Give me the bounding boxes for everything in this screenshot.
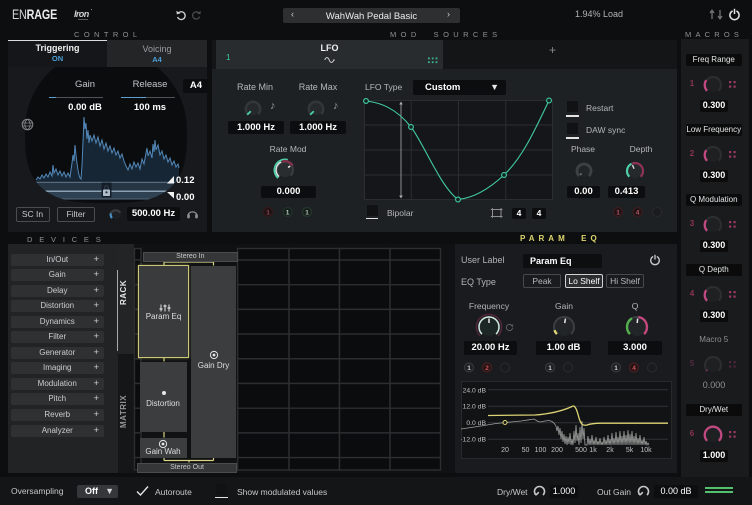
svg-text:24.0 dB: 24.0 dB (463, 387, 487, 394)
svg-text:50: 50 (522, 447, 530, 454)
svg-text:12.0 dB: 12.0 dB (463, 404, 487, 411)
svg-text:4: 4 (636, 209, 640, 216)
svg-text:100: 100 (535, 447, 547, 454)
svg-text:1: 1 (305, 209, 309, 216)
svg-text:1: 1 (286, 209, 290, 216)
svg-text:2k: 2k (606, 447, 614, 454)
svg-text:2: 2 (485, 365, 489, 372)
svg-text:1: 1 (614, 365, 618, 372)
svg-text:10k: 10k (640, 447, 652, 454)
svg-text:1: 1 (467, 365, 471, 372)
svg-text:500: 500 (575, 447, 587, 454)
svg-text:5k: 5k (626, 447, 634, 454)
svg-text:1: 1 (616, 209, 620, 216)
svg-text:0.0 dB: 0.0 dB (466, 420, 486, 427)
svg-text:-12.0 dB: -12.0 dB (461, 437, 486, 444)
svg-text:1: 1 (266, 209, 270, 216)
svg-text:1: 1 (548, 365, 552, 372)
svg-text:200: 200 (551, 447, 563, 454)
svg-text:20: 20 (501, 447, 509, 454)
svg-text:1k: 1k (589, 447, 597, 454)
svg-text:4: 4 (632, 365, 636, 372)
